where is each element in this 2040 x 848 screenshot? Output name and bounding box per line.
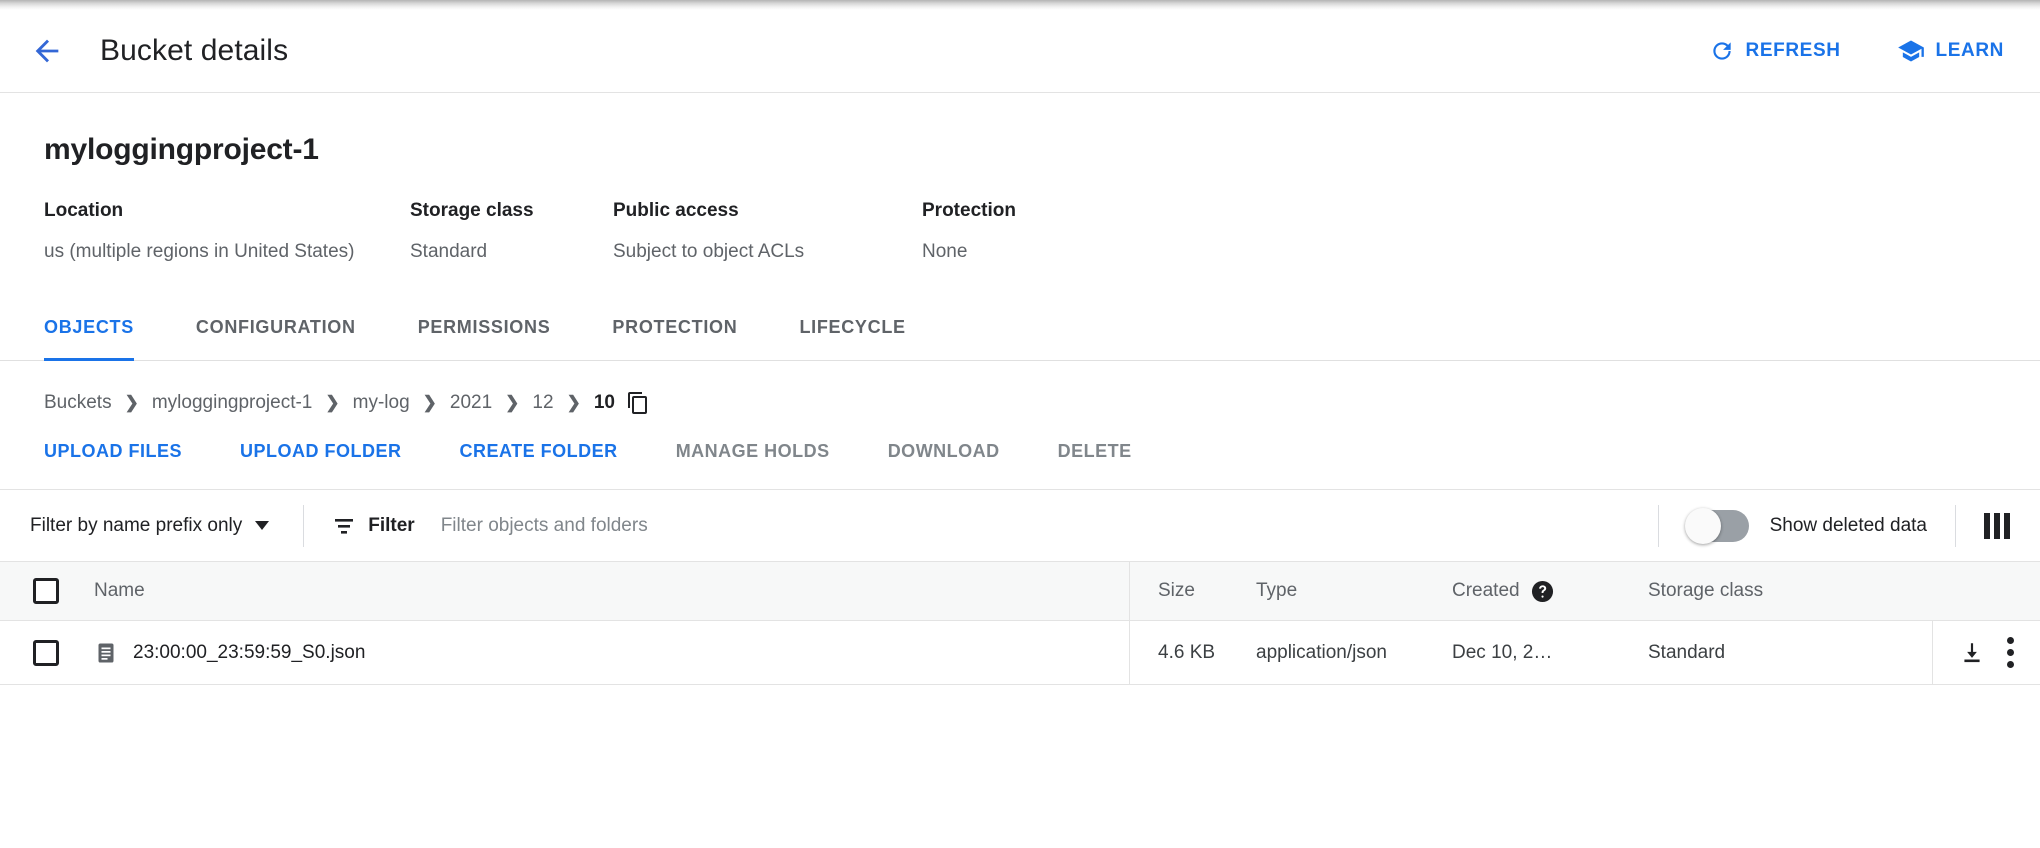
- column-header-created-label: Created: [1452, 580, 1520, 602]
- upload-files-button[interactable]: UPLOAD FILES: [44, 441, 182, 462]
- cell-name-text: 23:00:00_23:59:59_S0.json: [133, 642, 365, 664]
- column-header-size[interactable]: Size: [1130, 580, 1252, 602]
- breadcrumb-item-myloggingproject-1[interactable]: myloggingproject-1: [152, 392, 313, 414]
- copy-icon: [626, 391, 650, 415]
- meta-protection: Protection None: [922, 200, 1162, 263]
- header-spacer: [1844, 562, 2040, 620]
- select-all-checkbox[interactable]: [33, 578, 59, 604]
- meta-location-value: us (multiple regions in United States): [44, 241, 410, 263]
- refresh-label: REFRESH: [1746, 40, 1841, 62]
- bucket-metadata-grid: Location us (multiple regions in United …: [44, 200, 1996, 263]
- meta-storage-class: Storage class Standard: [410, 200, 613, 263]
- refresh-button[interactable]: REFRESH: [1709, 38, 1841, 64]
- meta-protection-value: None: [922, 241, 1162, 263]
- filter-button-label: Filter: [368, 515, 414, 537]
- column-header-created[interactable]: Created: [1448, 580, 1644, 603]
- column-header-name[interactable]: Name: [92, 562, 1130, 620]
- graduation-cap-icon: [1897, 37, 1925, 65]
- breadcrumb-item-10[interactable]: 10: [594, 392, 615, 414]
- objects-table: Name Size Type Created Storage class: [0, 562, 2040, 685]
- breadcrumb-item-buckets[interactable]: Buckets: [44, 392, 112, 414]
- meta-protection-label: Protection: [922, 200, 1162, 222]
- tab-configuration[interactable]: CONFIGURATION: [196, 309, 356, 361]
- breadcrumb-item-2021[interactable]: 2021: [450, 392, 492, 414]
- meta-public-access-value: Subject to object ACLs: [613, 241, 922, 263]
- app-top-bar: Bucket details REFRESH LEARN: [0, 10, 2040, 93]
- breadcrumb-item-my-log[interactable]: my-log: [353, 392, 410, 414]
- toggle-divider: [1658, 505, 1659, 547]
- columns-icon[interactable]: [1984, 513, 2010, 539]
- download-arrow-icon: [1959, 640, 1985, 666]
- meta-location-label: Location: [44, 200, 410, 222]
- filter-input[interactable]: [441, 515, 1001, 537]
- column-header-type[interactable]: Type: [1252, 580, 1448, 602]
- tab-protection[interactable]: PROTECTION: [612, 309, 737, 361]
- chevron-down-icon: [255, 521, 269, 530]
- show-deleted-data-label: Show deleted data: [1770, 515, 1927, 537]
- page-title: Bucket details: [100, 34, 288, 68]
- upload-folder-button[interactable]: UPLOAD FOLDER: [240, 441, 402, 462]
- download-button: DOWNLOAD: [888, 441, 1000, 462]
- help-circle-icon: [1531, 580, 1554, 603]
- filter-button[interactable]: Filter: [332, 514, 414, 538]
- breadcrumb-separator: ❯: [325, 393, 339, 413]
- filter-bar: Filter by name prefix only Filter Show d…: [0, 490, 2040, 562]
- breadcrumb-separator: ❯: [505, 393, 519, 413]
- bucket-summary: myloggingproject-1 Location us (multiple…: [0, 93, 2040, 263]
- cell-storage-class: Standard: [1644, 642, 1844, 664]
- cell-created: Dec 10, 2…: [1448, 642, 1644, 664]
- tab-permissions[interactable]: PERMISSIONS: [418, 309, 551, 361]
- tab-bar: OBJECTS CONFIGURATION PERMISSIONS PROTEC…: [0, 308, 2040, 361]
- meta-location: Location us (multiple regions in United …: [44, 200, 410, 263]
- breadcrumb: Buckets ❯ myloggingproject-1 ❯ my-log ❯ …: [0, 361, 2040, 415]
- breadcrumb-separator: ❯: [423, 393, 437, 413]
- learn-button[interactable]: LEARN: [1897, 37, 2004, 65]
- cell-name[interactable]: 23:00:00_23:59:59_S0.json: [92, 621, 1130, 684]
- columns-divider: [1955, 505, 1956, 547]
- breadcrumb-separator: ❯: [567, 393, 581, 413]
- more-vert-icon[interactable]: [2007, 637, 2014, 668]
- tab-lifecycle[interactable]: LIFECYCLE: [799, 309, 905, 361]
- breadcrumb-separator: ❯: [125, 393, 139, 413]
- filter-mode-dropdown[interactable]: Filter by name prefix only: [30, 515, 275, 537]
- meta-public-access-label: Public access: [613, 200, 922, 222]
- toggle-knob: [1685, 508, 1721, 544]
- download-icon[interactable]: [1959, 640, 1985, 666]
- help-icon[interactable]: [1531, 580, 1554, 603]
- meta-storage-class-label: Storage class: [410, 200, 613, 222]
- meta-public-access: Public access Subject to object ACLs: [613, 200, 922, 263]
- select-all-cell: [0, 578, 92, 604]
- row-actions: [1932, 621, 2040, 684]
- row-spacer: [1844, 621, 1932, 684]
- cell-type: application/json: [1252, 642, 1448, 664]
- learn-label: LEARN: [1936, 40, 2004, 62]
- refresh-icon: [1709, 38, 1735, 64]
- window-top-shadow: [0, 0, 2040, 10]
- filter-mode-label: Filter by name prefix only: [30, 515, 242, 537]
- filter-divider: [303, 505, 304, 547]
- back-button[interactable]: [24, 28, 70, 74]
- breadcrumb-item-12[interactable]: 12: [532, 392, 553, 414]
- cell-size: 4.6 KB: [1130, 642, 1252, 664]
- bucket-name: myloggingproject-1: [44, 133, 1996, 167]
- table-header-row: Name Size Type Created Storage class: [0, 562, 2040, 621]
- delete-button: DELETE: [1058, 441, 1132, 462]
- meta-storage-class-value: Standard: [410, 241, 613, 263]
- column-header-storage-class[interactable]: Storage class: [1644, 580, 1844, 602]
- manage-holds-button: MANAGE HOLDS: [676, 441, 830, 462]
- arrow-back-icon: [30, 34, 64, 68]
- tab-objects[interactable]: OBJECTS: [44, 309, 134, 361]
- object-actions-toolbar: UPLOAD FILES UPLOAD FOLDER CREATE FOLDER…: [0, 415, 2040, 490]
- file-json-icon: [94, 641, 118, 665]
- document-icon: [94, 641, 118, 665]
- toggle-track: [1687, 510, 1749, 542]
- filter-icon: [332, 514, 356, 538]
- create-folder-button[interactable]: CREATE FOLDER: [460, 441, 618, 462]
- show-deleted-data-toggle[interactable]: Show deleted data: [1687, 510, 1927, 542]
- copy-path-button[interactable]: [626, 391, 650, 415]
- row-checkbox[interactable]: [33, 640, 59, 666]
- row-select-cell: [0, 640, 92, 666]
- table-row[interactable]: 23:00:00_23:59:59_S0.json 4.6 KB applica…: [0, 621, 2040, 685]
